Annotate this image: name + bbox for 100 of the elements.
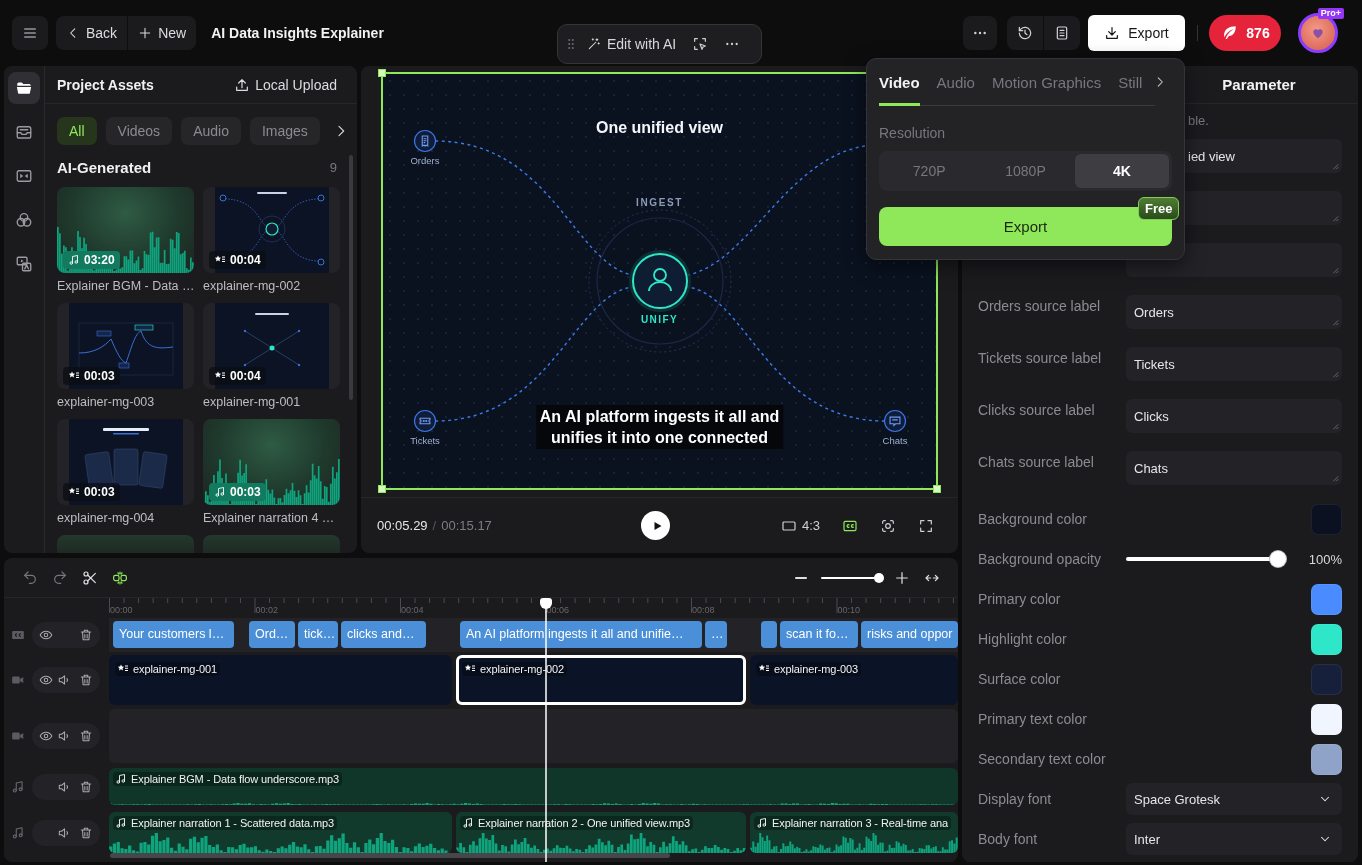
text-field[interactable]: Chats [1126,451,1342,485]
zoom-slider[interactable] [821,571,882,584]
slider-value: 100% [1308,551,1342,567]
format-tab[interactable]: Video [879,59,920,106]
play-button[interactable] [641,511,670,540]
panel-tab[interactable]: Parameter [1222,76,1296,93]
audio-thumbnail[interactable]: 00:03 [203,419,340,505]
slider-thumb[interactable] [1270,551,1286,567]
field-label: Orders source label [978,298,1101,314]
color-swatch-icon[interactable] [1311,743,1342,775]
filter-chip[interactable]: Audio [181,117,241,145]
slider-track[interactable] [1126,551,1286,567]
speaker-icon [57,825,71,840]
speaker-icon [57,729,71,743]
format-tab[interactable]: Audio [936,59,975,106]
font-dropdown[interactable]: Inter [1126,823,1342,855]
download-icon [1104,25,1121,41]
resize-grip-icon [1331,318,1339,326]
menu-button[interactable] [12,16,48,50]
audio-clip[interactable]: Explainer BGM - Data flow underscore.mp3 [109,768,958,805]
delete-track-button[interactable] [78,728,94,744]
resize-handle[interactable] [933,485,941,493]
text-field[interactable]: Orders [1126,295,1342,329]
color-swatch-icon[interactable] [1311,583,1342,615]
new-button[interactable]: New [128,16,197,50]
undo-button[interactable] [22,569,38,586]
minus-icon [795,576,807,579]
item-count: 9 [329,160,337,175]
redo-button[interactable] [52,569,68,586]
horizontal-scrollbar[interactable] [110,853,670,858]
vertical-scrollbar[interactable] [349,155,353,400]
duration-label: 00:03 [84,485,115,499]
node-label: Tickets [410,435,440,446]
plus-icon [894,569,910,586]
scissors-icon [82,569,98,586]
video-thumbnail[interactable]: 00:03 [57,303,194,389]
zoom-slider-thumb[interactable] [873,572,884,583]
music-note-icon [68,254,80,266]
resize-handle[interactable] [378,69,386,77]
ring-label: INGEST [636,197,683,208]
inbox-icon [15,123,33,141]
audio-thumbnail[interactable] [203,535,340,553]
font-dropdown[interactable]: Space Grotesk [1126,783,1342,815]
split-button[interactable] [112,569,128,586]
transition-icon [15,167,33,185]
video-thumbnail[interactable]: 00:04 [203,303,340,389]
color-swatch-icon[interactable] [1311,663,1342,695]
redo-icon [52,569,68,586]
audio-clip[interactable]: Explainer narration 3 - Real-time ana [750,812,958,853]
plan-badge: Pro+ [1317,8,1344,19]
filter-chip[interactable]: Images [249,117,320,145]
format-tab[interactable]: Still [1118,59,1143,106]
description-text: ble. [1188,113,1209,128]
zoom-in-button[interactable] [894,569,910,586]
field-label: Background color [978,511,1087,527]
video-thumbnail[interactable]: 00:04 [203,187,340,273]
audio-clip[interactable]: Explainer narration 1 - Scattered data.mp3 [109,812,452,853]
field-label: Highlight color [978,631,1067,647]
credits-button[interactable]: 876 [1209,15,1281,51]
clip-name: explainer-mg-003 [774,663,858,675]
resize-handle[interactable] [378,485,386,493]
asset-name: explainer-mg-003 [57,395,155,411]
node-label: Chats [882,435,908,446]
eye-icon [39,673,53,687]
back-button[interactable]: Back [56,16,128,50]
color-swatch-icon[interactable] [1311,623,1342,655]
focus-camera-icon [880,517,896,534]
video-clip[interactable]: explainer-mg-003 [750,655,958,705]
resolution-option[interactable]: 4K [1074,154,1169,188]
export-button[interactable]: Export [1088,15,1185,51]
aspect-ratio-button[interactable]: 4:3 [780,515,820,536]
filter-chip[interactable]: All [57,117,97,145]
magic-wand-icon [587,37,601,51]
local-upload-button[interactable]: Local Upload [234,76,337,93]
image-text-icon [15,255,33,273]
cut-button[interactable] [82,569,98,586]
text-field[interactable]: Tickets [1126,347,1342,381]
field-label: Secondary text color [978,751,1106,767]
delete-track-button[interactable] [78,672,94,688]
trash-icon [79,729,93,743]
music-note-icon [115,773,127,785]
filter-chip[interactable]: Videos [105,117,173,145]
sidebar-tab[interactable] [8,72,40,104]
undo-icon [22,569,38,586]
overlapping-circles-icon [15,211,33,229]
empty-track-lane[interactable] [109,709,958,763]
split-icon [112,569,128,586]
edit-with-ai-button[interactable]: Edit with AI [583,29,681,59]
delete-track-button[interactable] [78,627,94,643]
caption-clip[interactable] [761,621,777,648]
video-thumbnail[interactable]: 00:03 [57,419,194,505]
video-clip[interactable]: explainer-mg-001 [109,655,452,705]
audio-thumbnail[interactable]: 03:20 [57,187,194,273]
resize-grip-icon [1331,370,1339,378]
audio-thumbnail[interactable] [57,535,194,553]
text-field[interactable]: Clicks [1126,399,1342,433]
field-label: Clicks source label [978,402,1095,418]
color-swatch-icon[interactable] [1311,703,1342,735]
receipt-icon [413,129,437,153]
format-tab[interactable]: Motion Graphics [991,59,1102,106]
